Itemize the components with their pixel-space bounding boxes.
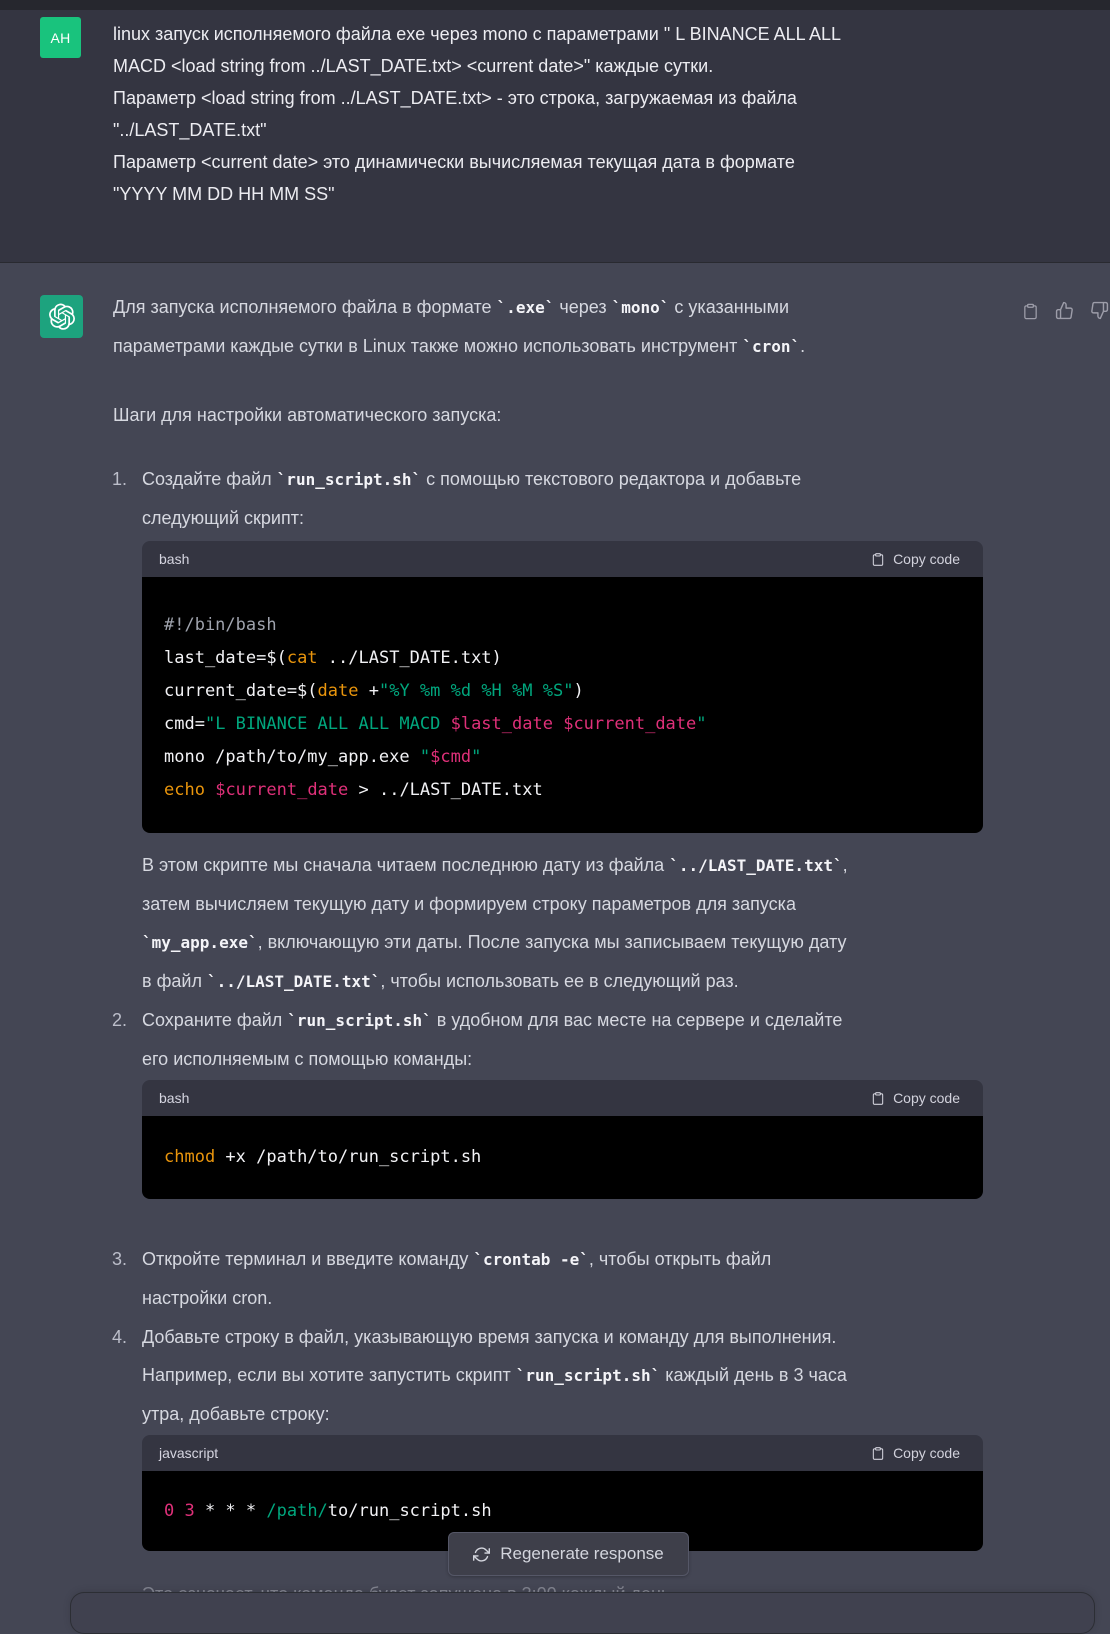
list-item: 2. Сохраните файл `run_script.sh` в удоб… — [112, 1001, 1007, 1078]
chat-input[interactable] — [70, 1592, 1095, 1634]
code-line: #!/bin/bash — [164, 609, 961, 642]
regenerate-label: Regenerate response — [500, 1544, 664, 1564]
code-content: #!/bin/bashlast_date=$(cat ../LAST_DATE.… — [142, 577, 983, 833]
user-message-text: linux запуск исполняемого файла exe чере… — [113, 18, 1003, 210]
list-item-number: 2. — [112, 1001, 138, 1039]
thumbs-up-button[interactable] — [1055, 301, 1074, 320]
thumbs-down-icon — [1090, 301, 1109, 320]
script-explanation-paragraph: В этом скрипте мы сначала читаем последн… — [142, 846, 1007, 1001]
code-block-bash-script: bash Copy code #!/bin/bashlast_date=$(ca… — [142, 541, 983, 833]
list-item-text: Откройте терминал и введите команду `cro… — [142, 1240, 1007, 1317]
code-block-header: bash Copy code — [142, 541, 983, 577]
openai-logo-icon — [48, 303, 76, 331]
thumbs-up-icon — [1055, 301, 1074, 320]
copy-code-button[interactable]: Copy code — [865, 550, 966, 569]
message-actions — [1022, 301, 1109, 322]
list-item-text: Добавьте строку в файл, указывающую врем… — [142, 1318, 1007, 1433]
code-block-header: javascript Copy code — [142, 1435, 983, 1471]
code-line: chmod +x /path/to/run_script.sh — [164, 1141, 961, 1174]
clipboard-icon — [871, 1090, 885, 1107]
code-language-label: bash — [159, 551, 189, 567]
copy-message-button[interactable] — [1022, 301, 1039, 322]
copy-code-button[interactable]: Copy code — [865, 1089, 966, 1108]
code-content: chmod +x /path/to/run_script.sh — [142, 1116, 983, 1199]
code-block-header: bash Copy code — [142, 1080, 983, 1116]
list-item: 1. Создайте файл `run_script.sh` с помощ… — [112, 460, 1007, 537]
assistant-message-row: Для запуска исполняемого файла в формате… — [0, 263, 1110, 1600]
clipboard-icon — [871, 551, 885, 568]
refresh-icon — [473, 1546, 490, 1563]
clipboard-icon — [871, 1445, 885, 1462]
list-item: 4. Добавьте строку в файл, указывающую в… — [112, 1318, 1007, 1433]
avatar-initials: AH — [50, 30, 70, 46]
list-item-text: Сохраните файл `run_script.sh` в удобном… — [142, 1001, 1007, 1078]
assistant-intro-paragraph: Для запуска исполняемого файла в формате… — [113, 288, 1003, 366]
code-line: cmd="L BINANCE ALL ALL MACD $last_date $… — [164, 708, 961, 741]
code-line: last_date=$(cat ../LAST_DATE.txt) — [164, 642, 961, 675]
code-language-label: bash — [159, 1090, 189, 1106]
copy-code-label: Copy code — [893, 551, 960, 567]
list-item-number: 4. — [112, 1318, 138, 1356]
copy-code-label: Copy code — [893, 1445, 960, 1461]
assistant-avatar — [40, 295, 83, 338]
list-item-number: 1. — [112, 460, 138, 498]
list-item-number: 3. — [112, 1240, 138, 1278]
code-block-chmod: bash Copy code chmod +x /path/to/run_scr… — [142, 1080, 983, 1199]
user-message-row: AH linux запуск исполняемого файла exe ч… — [0, 10, 1110, 263]
code-line: current_date=$(date +"%Y %m %d %H %M %S"… — [164, 675, 961, 708]
regenerate-response-button[interactable]: Regenerate response — [448, 1532, 689, 1576]
copy-code-button[interactable]: Copy code — [865, 1444, 966, 1463]
steps-heading: Шаги для настройки автоматического запус… — [113, 396, 1003, 434]
code-line: echo $current_date > ../LAST_DATE.txt — [164, 774, 961, 807]
thumbs-down-button[interactable] — [1090, 301, 1109, 320]
code-line: 0 3 * * * /path/to/run_script.sh — [164, 1495, 961, 1528]
clipboard-icon — [1022, 301, 1039, 322]
list-item-text: Создайте файл `run_script.sh` с помощью … — [142, 460, 1007, 537]
copy-code-label: Copy code — [893, 1090, 960, 1106]
code-line: mono /path/to/my_app.exe "$cmd" — [164, 741, 961, 774]
list-item: 3. Откройте терминал и введите команду `… — [112, 1240, 1007, 1317]
avatar: AH — [40, 17, 81, 58]
code-language-label: javascript — [159, 1445, 218, 1461]
